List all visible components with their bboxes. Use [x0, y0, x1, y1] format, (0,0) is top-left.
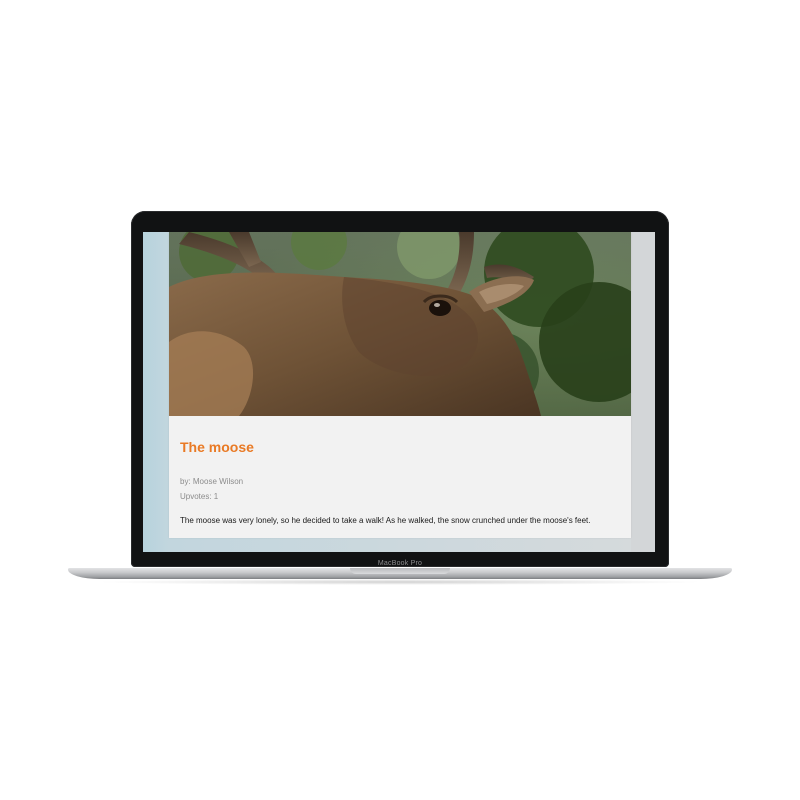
post-card: The moose by: Moose Wilson Upvotes: 1 Th… [169, 232, 631, 538]
laptop-shadow [95, 579, 705, 585]
page-gutter [631, 232, 655, 552]
laptop-screen: The moose by: Moose Wilson Upvotes: 1 Th… [143, 232, 655, 552]
laptop-mockup: The moose by: Moose Wilson Upvotes: 1 Th… [0, 0, 800, 800]
moose-photo-illustration [169, 232, 631, 416]
post-upvotes: Upvotes: 1 [180, 492, 219, 501]
laptop-opening-notch [350, 568, 450, 574]
post-hero-image [169, 232, 631, 416]
post-title[interactable]: The moose [180, 437, 619, 457]
post-body: The moose was very lonely, so he decided… [180, 516, 591, 525]
device-model-label: MacBook Pro [377, 560, 423, 567]
post-content: The moose by: Moose Wilson Upvotes: 1 Th… [169, 416, 631, 526]
post-author: by: Moose Wilson [180, 477, 244, 486]
